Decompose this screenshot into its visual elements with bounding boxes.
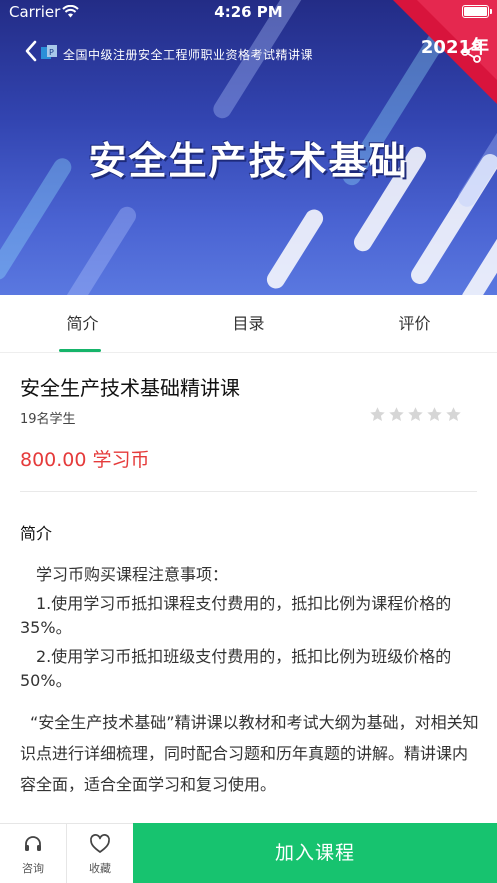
headset-icon <box>25 836 41 851</box>
intro-heading: 简介 <box>20 524 53 543</box>
tab-intro[interactable]: 简介 <box>0 295 165 353</box>
star-icon <box>446 407 461 421</box>
favorite-label: 收藏 <box>89 862 111 875</box>
star-rating <box>369 406 462 423</box>
enroll-button[interactable]: 加入课程 <box>133 823 497 883</box>
tab-catalog[interactable]: 目录 <box>166 295 331 353</box>
battery-icon <box>462 5 492 18</box>
star-icon <box>427 407 442 421</box>
tab-bar: 简介 目录 评价 <box>0 295 497 353</box>
svg-text:P: P <box>49 48 54 57</box>
consult-button[interactable]: 咨询 <box>0 824 66 883</box>
banner-title: 安全生产技术基础 <box>88 139 409 183</box>
star-icon <box>408 407 423 421</box>
heart-icon <box>90 834 110 853</box>
favorite-button[interactable]: 收藏 <box>67 824 133 883</box>
banner-subtitle: 全国中级注册安全工程师职业资格考试精讲课 <box>63 48 314 62</box>
note-item: 2.使用学习币抵扣班级支付费用的，抵扣比例为班级价格的50%。 <box>20 647 452 690</box>
consult-label: 咨询 <box>22 862 44 875</box>
divider <box>20 491 477 492</box>
status-bar: Carrier 4:26 PM <box>0 0 497 24</box>
logo-icon: P <box>41 45 57 59</box>
share-icon[interactable] <box>459 40 483 64</box>
course-banner: Carrier 4:26 PM P 全国中级注册安全工程师职业资格考试精讲课 2… <box>0 0 497 295</box>
notes-title: 学习币购买课程注意事项： <box>36 565 229 584</box>
active-tab-indicator <box>59 349 101 352</box>
star-icon <box>370 407 385 421</box>
course-description: “安全生产技术基础”精讲课以教材和考试大纲为基础，对相关知识点进行详细梳理，同时… <box>20 713 479 794</box>
student-count: 19名学生 <box>20 412 76 427</box>
tab-reviews[interactable]: 评价 <box>332 295 497 353</box>
note-item: 1.使用学习币抵扣课程支付费用的，抵扣比例为课程价格的35%。 <box>20 594 452 637</box>
status-time: 4:26 PM <box>214 3 283 21</box>
star-icon <box>389 407 404 421</box>
course-title: 安全生产技术基础精讲课 <box>20 376 240 400</box>
course-price: 800.00 学习币 <box>20 449 150 471</box>
